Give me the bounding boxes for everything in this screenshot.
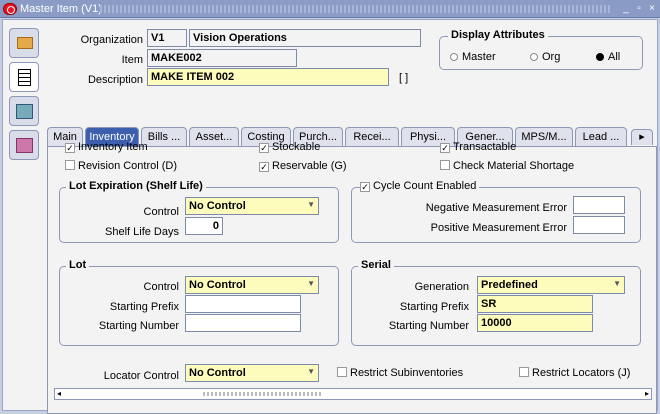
shelf-life-days-field[interactable]: 0 — [185, 217, 223, 235]
restrict-locators-checkbox[interactable]: Restrict Locators (J) — [519, 367, 630, 379]
folder-icon — [17, 37, 33, 49]
negative-measurement-error-label: Negative Measurement Error — [425, 202, 567, 214]
restrict-subinventories-checkbox[interactable]: Restrict Subinventories — [337, 367, 463, 379]
chevron-down-icon: ▼ — [307, 200, 315, 209]
chevron-down-icon: ▼ — [613, 279, 621, 288]
lot-title: Lot — [66, 259, 90, 271]
sidetab-attachments[interactable] — [9, 130, 39, 160]
tab-receiving[interactable]: Recei... — [345, 127, 399, 147]
lot-starting-number-field[interactable] — [185, 314, 301, 332]
chevron-down-icon: ▼ — [307, 279, 315, 288]
scroll-right-icon[interactable]: ▸ — [645, 389, 649, 398]
serial-starting-prefix-field[interactable]: SR — [477, 295, 593, 313]
transactable-checkbox[interactable]: ✓ Transactable — [440, 141, 516, 153]
lot-control-select[interactable]: No Control ▼ — [185, 276, 319, 294]
locator-control-label: Locator Control — [103, 370, 179, 382]
lot-expiration-title: Lot Expiration (Shelf Life) — [66, 180, 206, 192]
tab-bills[interactable]: Bills ... — [141, 127, 187, 147]
chevron-down-icon: ▼ — [307, 367, 315, 376]
stockable-checkbox[interactable]: ✓ Stockable — [259, 141, 320, 153]
maximize-icon[interactable]: ▫ — [633, 2, 645, 15]
radio-all[interactable]: All — [596, 51, 620, 63]
item-field[interactable]: MAKE002 — [147, 49, 297, 67]
revision-control-checkbox[interactable]: Revision Control (D) — [65, 160, 177, 172]
serial-generation-label: Generation — [414, 281, 469, 293]
organization-name-field[interactable]: Vision Operations — [189, 29, 421, 47]
tab-scroll-right-icon[interactable]: ▸ — [631, 129, 653, 145]
window-title: Master Item (V1) — [20, 3, 102, 15]
positive-measurement-error-field[interactable] — [573, 216, 625, 234]
shelf-life-days-label: Shelf Life Days — [105, 226, 179, 238]
minimize-icon[interactable]: _ — [620, 2, 632, 15]
description-field[interactable]: MAKE ITEM 002 — [147, 68, 389, 86]
sidetab-tools[interactable] — [9, 96, 39, 126]
cycle-count-enabled-checkbox[interactable]: ✓ Cycle Count Enabled — [360, 180, 480, 192]
serial-starting-prefix-label: Starting Prefix — [399, 301, 469, 313]
radio-org[interactable]: Org — [530, 51, 560, 63]
list-icon — [18, 69, 31, 86]
close-icon[interactable]: × — [646, 2, 658, 15]
lot-starting-prefix-field[interactable] — [185, 295, 301, 313]
main-window: Organization V1 Vision Operations Item M… — [2, 19, 658, 414]
locator-control-select[interactable]: No Control ▼ — [185, 364, 319, 382]
scroll-left-icon[interactable]: ◂ — [57, 389, 61, 398]
attachments-icon — [16, 138, 33, 153]
radio-master[interactable]: Master — [450, 51, 496, 63]
lot-starting-prefix-label: Starting Prefix — [109, 301, 179, 313]
sidetab-list[interactable] — [9, 62, 39, 92]
positive-measurement-error-label: Positive Measurement Error — [430, 222, 567, 234]
inventory-item-checkbox[interactable]: ✓ Inventory Item — [65, 141, 148, 153]
lot-expiration-control-select[interactable]: No Control ▼ — [185, 197, 319, 215]
flexfield-bracket[interactable]: [ ] — [399, 72, 427, 84]
display-attributes-title: Display Attributes — [448, 29, 548, 41]
tools-icon — [16, 104, 33, 119]
sidetab-folder[interactable] — [9, 28, 39, 58]
organization-code-field[interactable]: V1 — [147, 29, 187, 47]
organization-label: Organization — [80, 34, 143, 46]
tab-asset[interactable]: Asset... — [189, 127, 239, 147]
lot-expiration-control-label: Control — [143, 206, 179, 218]
description-label: Description — [87, 74, 143, 86]
lot-starting-number-label: Starting Number — [98, 320, 179, 332]
item-label: Item — [121, 54, 143, 66]
title-bar: Master Item (V1) _ ▫ × — [0, 0, 660, 18]
serial-starting-number-field[interactable]: 10000 — [477, 314, 593, 332]
horizontal-scrollbar[interactable]: ◂ ▸ — [54, 388, 652, 400]
lot-control-label: Control — [143, 281, 179, 293]
tab-mps-mrp[interactable]: MPS/M... — [515, 127, 573, 147]
serial-starting-number-label: Starting Number — [388, 320, 469, 332]
check-material-shortage-checkbox[interactable]: Check Material Shortage — [440, 160, 574, 172]
scroll-thumb[interactable] — [203, 392, 323, 396]
title-bar-hatch — [100, 5, 610, 13]
negative-measurement-error-field[interactable] — [573, 196, 625, 214]
display-attributes-group: Display Attributes Master Org All — [439, 29, 643, 70]
oracle-icon — [3, 3, 17, 15]
tab-lead-times[interactable]: Lead ... — [575, 127, 627, 147]
serial-title: Serial — [358, 259, 394, 271]
serial-generation-select[interactable]: Predefined ▼ — [477, 276, 625, 294]
reservable-checkbox[interactable]: ✓ Reservable (G) — [259, 160, 347, 172]
